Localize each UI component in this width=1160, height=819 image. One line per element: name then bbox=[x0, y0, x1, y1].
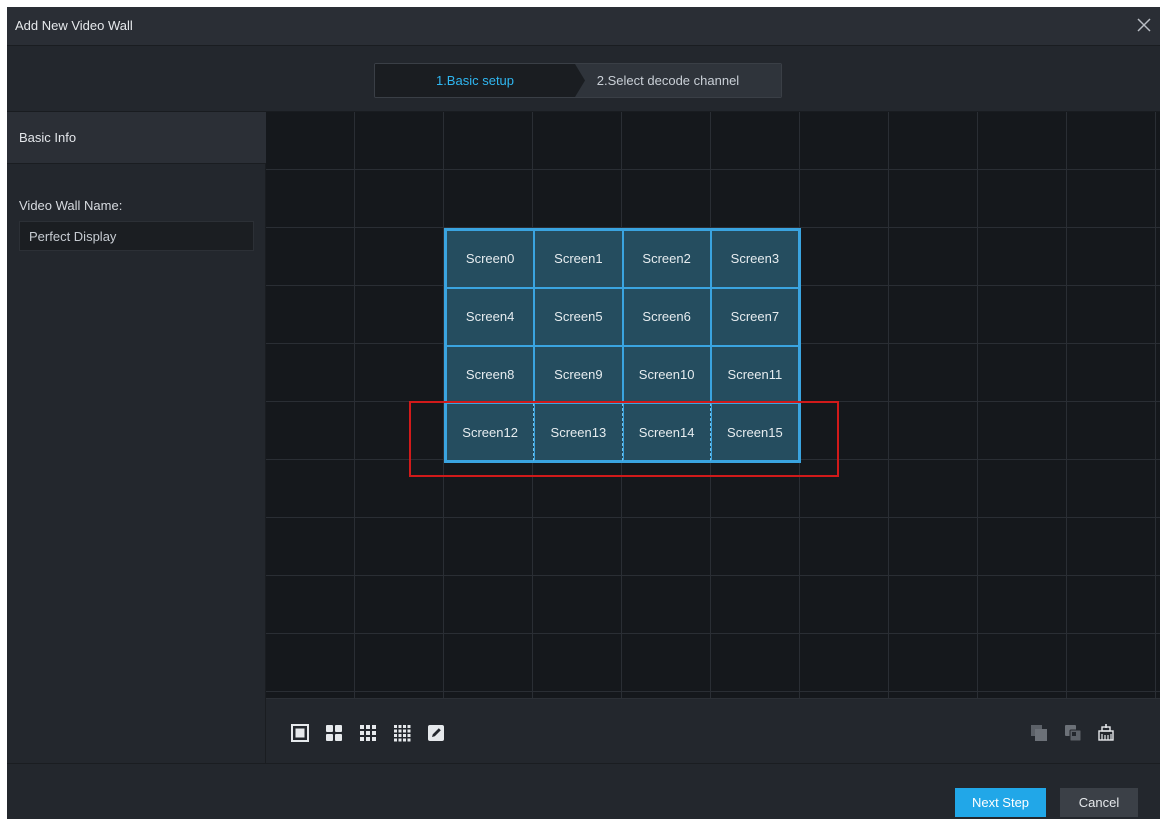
screen-label: Screen0 bbox=[465, 251, 515, 267]
video-wall-screen[interactable]: Screen6 bbox=[622, 287, 711, 346]
screen-label: Screen1 bbox=[554, 251, 603, 267]
split-screen-icon[interactable] bbox=[1030, 724, 1048, 742]
dialog-title: Add New Video Wall bbox=[15, 18, 133, 33]
video-wall-screen[interactable]: Screen10 bbox=[622, 345, 711, 404]
step-indicator: 2.Select decode channel 1.Basic setup bbox=[374, 63, 782, 98]
video-wall-screen[interactable]: Screen1 bbox=[534, 230, 623, 288]
video-wall-canvas[interactable]: Screen0 Screen1 Screen2 Screen3 Screen4 Scree… bbox=[266, 112, 1160, 698]
video-wall-screen[interactable]: Screen8 bbox=[446, 345, 535, 404]
screen-label: Screen8 bbox=[465, 366, 515, 382]
dialog-footer: Next Step Cancel bbox=[7, 763, 1160, 819]
close-icon[interactable] bbox=[1134, 15, 1154, 35]
layout-2x2-icon[interactable] bbox=[325, 724, 343, 742]
video-wall-screen[interactable]: Screen2 bbox=[622, 230, 711, 288]
layout-4x4-icon[interactable] bbox=[393, 724, 411, 742]
screen-label: Screen7 bbox=[730, 309, 780, 325]
screen-label: Screen6 bbox=[642, 309, 691, 325]
video-wall-screen[interactable]: Screen7 bbox=[710, 287, 799, 346]
basic-info-panel: Basic Info Video Wall Name: bbox=[7, 112, 266, 763]
video-wall-screen[interactable]: Screen5 bbox=[534, 287, 623, 346]
step-label: 2.Select decode channel bbox=[596, 73, 740, 88]
screen-label: Screen3 bbox=[730, 251, 780, 267]
screen-label: Screen4 bbox=[465, 309, 515, 325]
screen-label: Screen10 bbox=[638, 366, 695, 382]
video-wall-screen[interactable]: Screen15 bbox=[710, 403, 799, 461]
video-wall-screen[interactable]: Screen11 bbox=[710, 345, 799, 404]
screen-label: Screen2 bbox=[642, 251, 691, 267]
video-wall-screen[interactable]: Screen3 bbox=[710, 230, 799, 288]
panel-title: Basic Info bbox=[19, 130, 77, 145]
screen-label: Screen9 bbox=[554, 366, 603, 382]
video-wall-screen[interactable]: Screen0 bbox=[446, 230, 535, 288]
add-video-wall-dialog: Add New Video Wall 2.Select decode chann… bbox=[7, 7, 1160, 819]
video-wall-screen[interactable]: Screen12 bbox=[446, 403, 535, 461]
video-wall-name-input[interactable] bbox=[19, 221, 254, 251]
step-basic-setup[interactable]: 1.Basic setup bbox=[375, 64, 585, 97]
video-wall-screen[interactable]: Screen13 bbox=[534, 403, 623, 461]
layout-3x3-icon[interactable] bbox=[359, 724, 377, 742]
screen-label: Screen5 bbox=[554, 309, 603, 325]
video-wall-grid[interactable]: Screen0 Screen1 Screen2 Screen3 Screen4 Scree… bbox=[444, 228, 801, 463]
screen-label: Screen15 bbox=[727, 424, 783, 440]
step-bar: 2.Select decode channel 1.Basic setup bbox=[7, 47, 1160, 112]
clear-screen-icon[interactable] bbox=[1097, 723, 1115, 741]
next-step-button[interactable]: Next Step bbox=[955, 788, 1046, 817]
video-wall-screen[interactable]: Screen9 bbox=[534, 345, 623, 404]
merge-screen-icon[interactable] bbox=[1064, 724, 1082, 742]
video-wall-screen[interactable]: Screen14 bbox=[622, 403, 711, 461]
layout-1x1-icon[interactable] bbox=[291, 724, 309, 742]
layout-toolbar bbox=[266, 698, 1160, 763]
panel-header: Basic Info bbox=[7, 112, 266, 164]
title-bar: Add New Video Wall bbox=[7, 7, 1160, 46]
step-select-decode-channel[interactable]: 2.Select decode channel bbox=[571, 64, 781, 97]
screen-label: Screen13 bbox=[550, 424, 607, 440]
step-label: 1.Basic setup bbox=[435, 73, 515, 88]
screen-label: Screen14 bbox=[638, 424, 695, 440]
video-wall-name-label: Video Wall Name: bbox=[19, 198, 123, 213]
screen-label: Screen12 bbox=[462, 424, 518, 440]
custom-layout-edit-icon[interactable] bbox=[427, 724, 445, 742]
screen-label: Screen11 bbox=[727, 366, 783, 382]
video-wall-screen[interactable]: Screen4 bbox=[446, 287, 535, 346]
cancel-button[interactable]: Cancel bbox=[1060, 788, 1138, 817]
